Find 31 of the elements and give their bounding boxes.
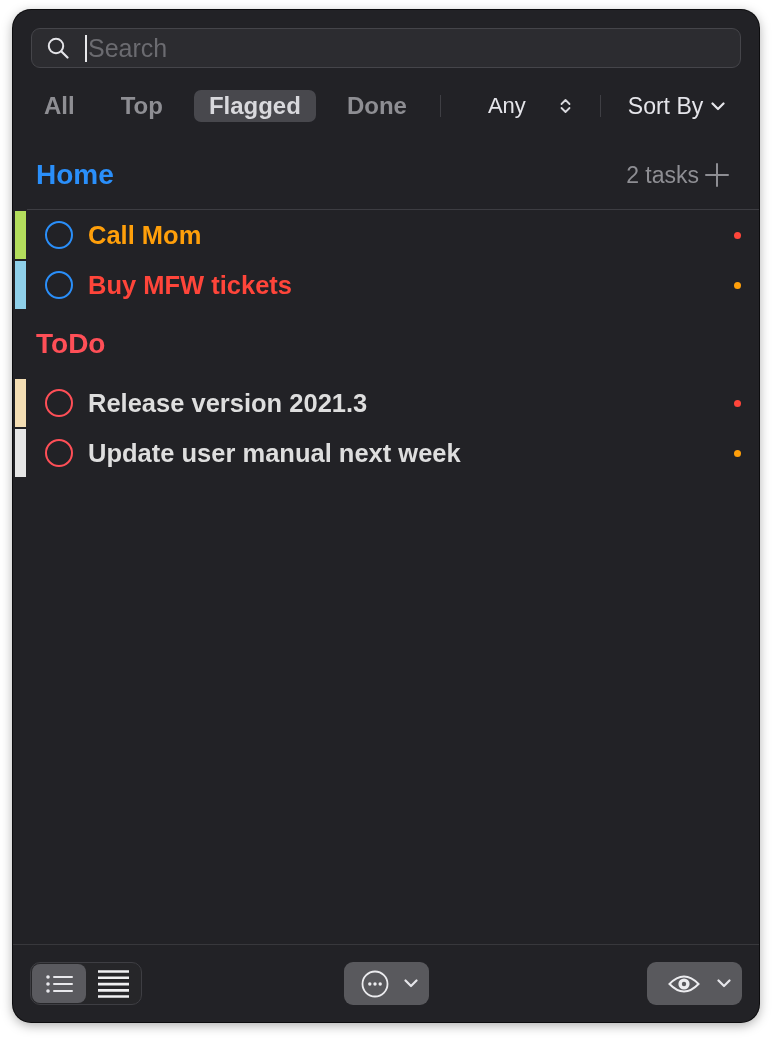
section-title: ToDo (36, 328, 106, 360)
filter-tab[interactable]: Done (331, 90, 422, 122)
search-icon (47, 37, 69, 59)
filter-tab[interactable]: Top (105, 90, 178, 122)
priority-picker[interactable]: Any (487, 90, 571, 122)
filter-tab[interactable]: Flagged (193, 90, 316, 122)
chevron-down-icon (711, 101, 726, 111)
filter-tab[interactable]: All (29, 90, 90, 122)
up-down-chevron-icon (559, 98, 571, 114)
sort-menu-button[interactable]: Sort By (627, 90, 726, 122)
task-title: Release version 2021.3 (88, 388, 368, 418)
task-title: Buy MFW tickets (88, 270, 293, 300)
lines-icon (97, 969, 129, 998)
task-checkbox[interactable] (44, 388, 74, 418)
task-checkbox[interactable] (44, 220, 74, 250)
view-mode-button[interactable] (32, 964, 86, 1003)
chevron-down-icon (403, 979, 418, 988)
eye-icon (668, 973, 700, 994)
plus-icon[interactable] (705, 163, 729, 187)
task-checkbox[interactable] (44, 270, 74, 300)
more-options-button[interactable] (343, 962, 429, 1005)
task-checkbox[interactable] (44, 438, 74, 468)
task-count: 2 tasks (626, 161, 699, 189)
task-title: Call Mom (88, 220, 202, 250)
chevron-down-icon (717, 979, 731, 988)
search-field[interactable]: Search (31, 28, 741, 68)
bulleted-list-icon (45, 973, 73, 994)
section-title: Home (36, 159, 114, 191)
visibility-button[interactable] (647, 962, 742, 1005)
task-title: Update user manual next week (88, 438, 461, 468)
ellipsis-circle-icon (360, 969, 389, 998)
